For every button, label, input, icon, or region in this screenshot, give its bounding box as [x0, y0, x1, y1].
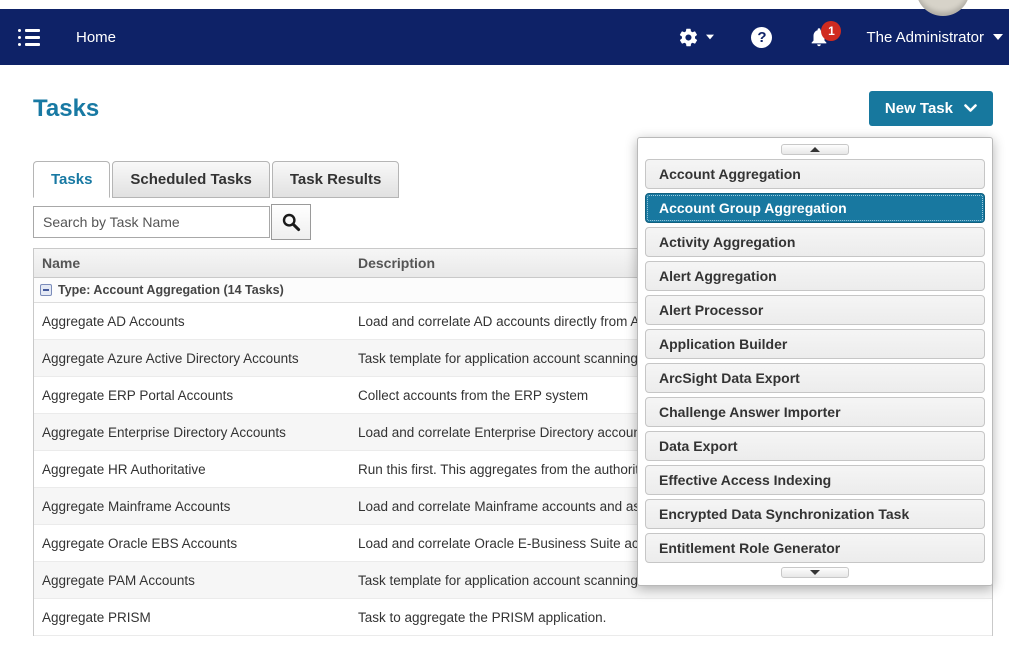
- new-task-button[interactable]: New Task: [869, 91, 993, 126]
- help-icon[interactable]: ?: [751, 27, 772, 48]
- dropdown-item[interactable]: Application Builder: [645, 329, 985, 359]
- search-button[interactable]: [271, 204, 311, 240]
- task-name-cell: Aggregate PAM Accounts: [34, 573, 358, 588]
- task-name-cell: Aggregate Enterprise Directory Accounts: [34, 425, 358, 440]
- top-navbar: Home ? 1 The Administrator: [0, 9, 1009, 65]
- gear-icon: [678, 27, 699, 48]
- dropdown-item-label: Application Builder: [659, 336, 787, 352]
- search-input[interactable]: [33, 206, 270, 238]
- task-name-cell: Aggregate HR Authoritative: [34, 462, 358, 477]
- user-menu-button[interactable]: The Administrator: [866, 29, 1003, 46]
- dropdown-item-label: Account Aggregation: [659, 166, 801, 182]
- settings-menu-button[interactable]: [678, 27, 715, 48]
- chevron-down-icon: [706, 35, 714, 40]
- chevron-down-icon: [993, 34, 1003, 40]
- task-name-cell: Aggregate Azure Active Directory Account…: [34, 351, 358, 366]
- collapse-icon[interactable]: [40, 284, 52, 296]
- dropdown-item-label: ArcSight Data Export: [659, 370, 800, 386]
- triangle-down-icon: [810, 570, 820, 575]
- tab[interactable]: Scheduled Tasks: [112, 161, 269, 198]
- tab-label: Tasks: [51, 171, 92, 188]
- triangle-up-icon: [810, 147, 820, 152]
- dropdown-item[interactable]: ArcSight Data Export: [645, 363, 985, 393]
- page-title: Tasks: [33, 95, 99, 123]
- search-icon: [281, 212, 301, 232]
- menu-list-icon[interactable]: [18, 29, 40, 46]
- task-name-cell: Aggregate PRISM: [34, 610, 358, 625]
- dropdown-item-label: Encrypted Data Synchronization Task: [659, 506, 909, 522]
- dropdown-item-label: Data Export: [659, 438, 738, 454]
- chevron-down-icon: [964, 104, 977, 113]
- scroll-up-button[interactable]: [781, 144, 849, 155]
- new-task-dropdown: Account Aggregation Account Group Aggrega…: [637, 137, 993, 586]
- dropdown-item[interactable]: Encrypted Data Synchronization Task: [645, 499, 985, 529]
- dropdown-item-label: Effective Access Indexing: [659, 472, 831, 488]
- task-description-cell: Task to aggregate the PRISM application.: [358, 610, 992, 625]
- dropdown-item-label: Challenge Answer Importer: [659, 404, 841, 420]
- dropdown-item-label: Alert Processor: [659, 302, 763, 318]
- tab-label: Task Results: [290, 171, 381, 188]
- dropdown-item[interactable]: Account Group Aggregation: [645, 193, 985, 223]
- dropdown-item[interactable]: Effective Access Indexing: [645, 465, 985, 495]
- nav-home-link[interactable]: Home: [76, 29, 116, 46]
- dropdown-item[interactable]: Challenge Answer Importer: [645, 397, 985, 427]
- dropdown-item[interactable]: Alert Processor: [645, 295, 985, 325]
- dropdown-item[interactable]: Alert Aggregation: [645, 261, 985, 291]
- dropdown-item-label: Entitlement Role Generator: [659, 540, 840, 556]
- tab[interactable]: Task Results: [272, 161, 399, 198]
- tab-label: Scheduled Tasks: [130, 171, 251, 188]
- group-header-label: Type: Account Aggregation (14 Tasks): [58, 283, 284, 297]
- new-task-label: New Task: [885, 100, 953, 117]
- notifications-button[interactable]: 1: [808, 26, 830, 48]
- dropdown-item[interactable]: Activity Aggregation: [645, 227, 985, 257]
- task-name-cell: Aggregate ERP Portal Accounts: [34, 388, 358, 403]
- user-name-label: The Administrator: [866, 29, 984, 46]
- dropdown-item[interactable]: Account Aggregation: [645, 159, 985, 189]
- tab[interactable]: Tasks: [33, 161, 110, 198]
- dropdown-item[interactable]: Entitlement Role Generator: [645, 533, 985, 563]
- table-row[interactable]: Aggregate PRISM Task to aggregate the PR…: [34, 599, 992, 636]
- scroll-down-button[interactable]: [781, 567, 849, 578]
- notification-badge: 1: [821, 21, 841, 41]
- task-name-cell: Aggregate Oracle EBS Accounts: [34, 536, 358, 551]
- task-name-cell: Aggregate AD Accounts: [34, 314, 358, 329]
- column-header-name[interactable]: Name: [34, 255, 358, 271]
- dropdown-item[interactable]: Data Export: [645, 431, 985, 461]
- task-name-cell: Aggregate Mainframe Accounts: [34, 499, 358, 514]
- dropdown-item-label: Alert Aggregation: [659, 268, 777, 284]
- dropdown-item-label: Activity Aggregation: [659, 234, 795, 250]
- dropdown-item-list: Account Aggregation Account Group Aggrega…: [645, 159, 985, 563]
- dropdown-item-label: Account Group Aggregation: [659, 200, 847, 216]
